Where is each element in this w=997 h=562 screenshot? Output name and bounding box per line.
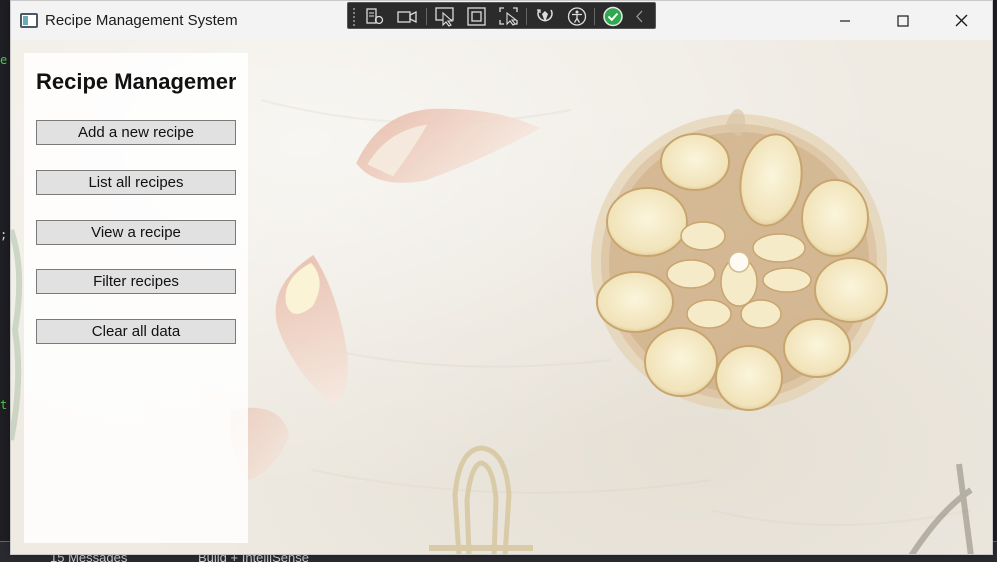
live-visual-tree-icon[interactable] [364,6,386,27]
record-icon[interactable] [396,6,418,27]
menu-panel: Recipe Managemer Add a new recipe List a… [24,53,248,543]
maximize-icon [897,14,909,27]
toolbar-grip-icon[interactable] [352,7,356,26]
binding-check-icon[interactable] [602,6,624,27]
background-code-fragment: t [0,398,8,412]
hot-reload-icon[interactable] [534,6,556,27]
background-code-fragment: e [0,53,8,67]
close-button[interactable] [932,1,990,40]
filter-recipes-button[interactable]: Filter recipes [36,269,236,294]
content-area: Recipe Managemer Add a new recipe List a… [11,40,992,554]
clear-data-button[interactable]: Clear all data [36,319,236,344]
track-focus-icon[interactable] [498,6,520,27]
maximize-button[interactable] [874,1,932,40]
minimize-icon [840,19,850,22]
display-layout-adorners-icon[interactable] [466,6,488,27]
select-element-icon[interactable] [434,6,456,27]
toolbar-separator [594,8,595,25]
app-window: Recipe Management System Recipe Manageme… [10,0,993,555]
minimize-button[interactable] [816,1,874,40]
toolbar-separator [426,8,427,25]
add-recipe-button[interactable]: Add a new recipe [36,120,236,145]
window-title: Recipe Management System [45,12,238,29]
panel-title: Recipe Managemer [36,69,236,94]
collapse-icon[interactable] [632,6,648,27]
background-code-fragment: ; [0,228,8,242]
list-recipes-button[interactable]: List all recipes [36,170,236,195]
toolbar-separator [526,8,527,25]
view-recipe-button[interactable]: View a recipe [36,220,236,245]
title-bar[interactable]: Recipe Management System [11,1,992,40]
close-icon [955,14,967,27]
accessibility-icon[interactable] [566,6,588,27]
app-icon [20,13,38,28]
debug-toolbar [347,2,656,29]
